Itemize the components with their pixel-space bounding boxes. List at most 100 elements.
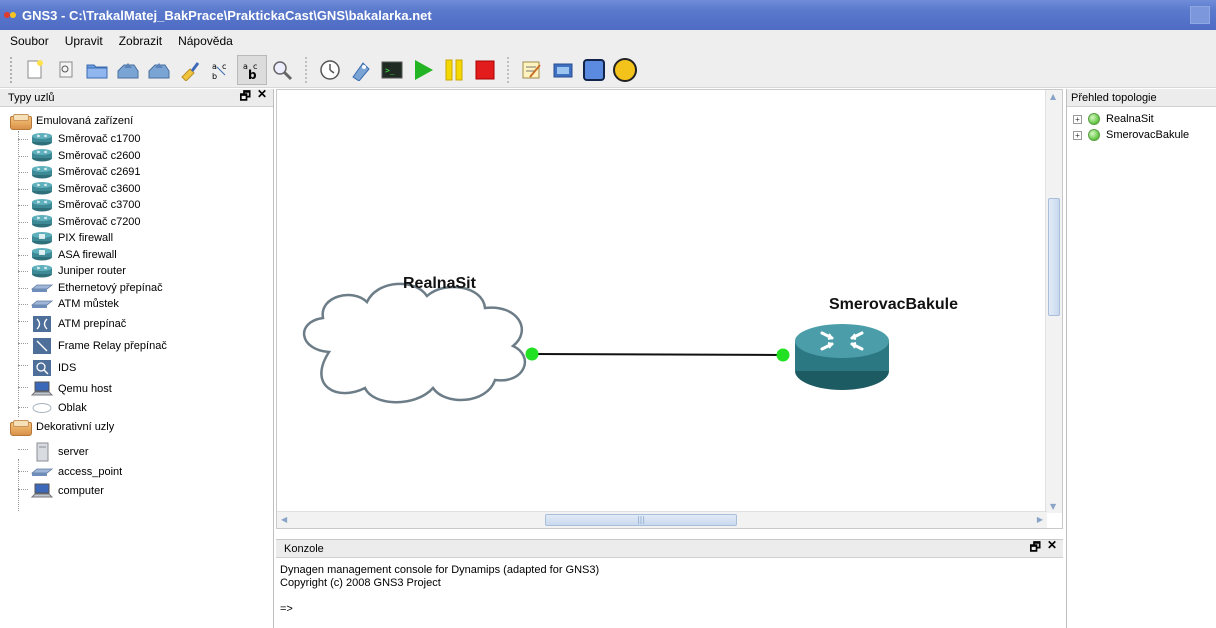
topology-item[interactable]: + SmerovacBakule bbox=[1067, 127, 1216, 143]
topology-overview-panel: Přehled topologie + RealnaSit + Smerovac… bbox=[1066, 89, 1216, 628]
menu-upravit[interactable]: Upravit bbox=[63, 32, 105, 50]
category-decorative-nodes[interactable]: Dekorativní uzly bbox=[0, 417, 273, 437]
folder-icon[interactable] bbox=[82, 55, 112, 85]
access-point-icon bbox=[30, 465, 54, 479]
menu-zobrazit[interactable]: Zobrazit bbox=[117, 32, 164, 50]
menu-soubor[interactable]: Soubor bbox=[8, 32, 51, 50]
zoom-icon[interactable] bbox=[268, 55, 298, 85]
node-type-item[interactable]: Směrovač c2600 bbox=[0, 148, 273, 165]
horizontal-scroll-thumb[interactable]: ||| bbox=[545, 514, 737, 526]
node-type-label: computer bbox=[58, 484, 104, 497]
open-icon[interactable] bbox=[51, 55, 81, 85]
vertical-scroll-thumb[interactable] bbox=[1048, 198, 1060, 316]
node-type-item[interactable]: Oblak bbox=[0, 399, 273, 417]
svg-text:>_: >_ bbox=[385, 66, 395, 75]
category-label: Emulovaná zařízení bbox=[36, 115, 134, 127]
scroll-down-icon[interactable]: ▼ bbox=[1050, 502, 1056, 511]
clear-icon[interactable] bbox=[175, 55, 205, 85]
snapshot-icon[interactable] bbox=[315, 55, 345, 85]
menu-napoveda[interactable]: Nápověda bbox=[176, 32, 235, 50]
node-type-item[interactable]: server bbox=[0, 441, 273, 463]
node-type-item[interactable]: Směrovač c3700 bbox=[0, 197, 273, 214]
console-title: Konzole bbox=[284, 542, 324, 555]
pause-icon[interactable] bbox=[439, 55, 469, 85]
atm-switch-icon bbox=[30, 315, 54, 332]
svg-text:c: c bbox=[222, 62, 226, 71]
window-title: GNS3 - C:\TrakalMatej_BakPrace\Prakticka… bbox=[22, 7, 432, 23]
node-type-item[interactable]: access_point bbox=[0, 463, 273, 481]
node-type-item[interactable]: Směrovač c1700 bbox=[0, 131, 273, 148]
new-file-icon[interactable] bbox=[20, 55, 50, 85]
float-icon[interactable]: 🗗 bbox=[1030, 538, 1041, 559]
console-output[interactable]: Dynagen management console for Dynamips … bbox=[276, 558, 1063, 622]
stop-icon[interactable] bbox=[470, 55, 500, 85]
svg-text:b: b bbox=[212, 72, 217, 81]
router-icon bbox=[30, 198, 54, 212]
node-type-label: Směrovač c1700 bbox=[58, 133, 141, 146]
node-type-item[interactable]: Qemu host bbox=[0, 379, 273, 399]
node-type-item[interactable]: Směrovač c3600 bbox=[0, 181, 273, 198]
router-icon bbox=[30, 165, 54, 179]
node-type-item[interactable]: ATM můstek bbox=[0, 296, 273, 313]
router-icon bbox=[30, 215, 54, 229]
router-icon bbox=[30, 182, 54, 196]
draw-ellipse-icon[interactable] bbox=[610, 55, 640, 85]
node-label-smerovacbakule[interactable]: SmerovacBakule bbox=[829, 296, 958, 314]
node-types-title: Typy uzlů bbox=[8, 91, 55, 104]
node-type-item[interactable]: Frame Relay přepínač bbox=[0, 335, 273, 357]
ids-icon bbox=[30, 359, 54, 376]
node-type-item[interactable]: IDS bbox=[0, 357, 273, 379]
console-icon[interactable]: >_ bbox=[377, 55, 407, 85]
scroll-up-icon[interactable]: ▲ bbox=[1050, 92, 1056, 101]
close-icon[interactable]: ✕ bbox=[257, 87, 267, 108]
link-endpoint-dot bbox=[525, 347, 539, 361]
node-type-label: IDS bbox=[58, 361, 77, 374]
show-interface-labels-icon[interactable]: acb bbox=[206, 55, 236, 85]
node-label-realnasit[interactable]: RealnaSit bbox=[403, 275, 476, 293]
expand-icon[interactable]: + bbox=[1073, 114, 1082, 124]
toolbar-grip[interactable] bbox=[10, 56, 14, 83]
node-type-label: Směrovač c2600 bbox=[58, 149, 141, 162]
node-type-item[interactable]: Směrovač c7200 bbox=[0, 214, 273, 231]
frame-relay-icon bbox=[30, 337, 54, 354]
close-icon[interactable]: ✕ bbox=[1047, 538, 1057, 559]
console-prompt[interactable]: => bbox=[280, 603, 1059, 616]
scroll-left-icon[interactable]: ◀ bbox=[281, 515, 287, 524]
draw-rectangle-icon[interactable] bbox=[579, 55, 609, 85]
scroll-right-icon[interactable]: ▶ bbox=[1037, 515, 1043, 524]
cloud-icon bbox=[30, 401, 54, 415]
toolbar: acb acb >_ bbox=[0, 52, 1216, 88]
show-hostnames-icon[interactable]: acb bbox=[237, 54, 267, 85]
node-types-header: Typy uzlů 🗗 ✕ bbox=[0, 87, 273, 108]
topology-canvas[interactable]: RealnaSit SmerovacBakule ▲ ▼ ◀ ||| ▶ bbox=[276, 89, 1063, 529]
window-control-icon[interactable] bbox=[1190, 6, 1210, 24]
node-type-item[interactable]: ASA firewall bbox=[0, 247, 273, 264]
expand-icon[interactable]: + bbox=[1073, 130, 1082, 140]
topology-item[interactable]: + RealnaSit bbox=[1067, 111, 1216, 127]
canvas-horizontal-scrollbar[interactable]: ◀ ||| ▶ bbox=[277, 511, 1047, 528]
add-note-icon[interactable] bbox=[517, 55, 547, 85]
topology-overview-title: Přehled topologie bbox=[1071, 91, 1157, 104]
category-label: Dekorativní uzly bbox=[36, 420, 115, 433]
save-as-icon[interactable] bbox=[144, 55, 174, 85]
computer-icon bbox=[30, 483, 54, 498]
svg-text:a: a bbox=[212, 62, 217, 71]
node-type-item[interactable]: computer bbox=[0, 481, 273, 501]
console-panel: Konzole 🗗 ✕ Dynagen management console f… bbox=[276, 538, 1063, 628]
gns3-app-icon bbox=[4, 9, 18, 21]
capture-icon[interactable] bbox=[346, 55, 376, 85]
node-type-label: Juniper router bbox=[58, 265, 126, 278]
node-type-item[interactable]: Směrovač c2691 bbox=[0, 164, 273, 181]
node-type-item[interactable]: ATM prepínač bbox=[0, 313, 273, 335]
node-type-item[interactable]: PIX firewall bbox=[0, 230, 273, 247]
category-emulated-devices[interactable]: Emulovaná zařízení bbox=[0, 111, 273, 131]
node-type-label: Směrovač c3700 bbox=[58, 199, 141, 212]
insert-picture-icon[interactable] bbox=[548, 55, 578, 85]
float-icon[interactable]: 🗗 bbox=[240, 87, 251, 108]
node-type-item[interactable]: Juniper router bbox=[0, 263, 273, 280]
canvas-vertical-scrollbar[interactable]: ▲ ▼ bbox=[1045, 90, 1062, 513]
node-type-label: Směrovač c3600 bbox=[58, 182, 141, 195]
start-icon[interactable] bbox=[408, 55, 438, 85]
save-icon[interactable] bbox=[113, 55, 143, 85]
node-type-item[interactable]: Ethernetový přepínač bbox=[0, 280, 273, 297]
